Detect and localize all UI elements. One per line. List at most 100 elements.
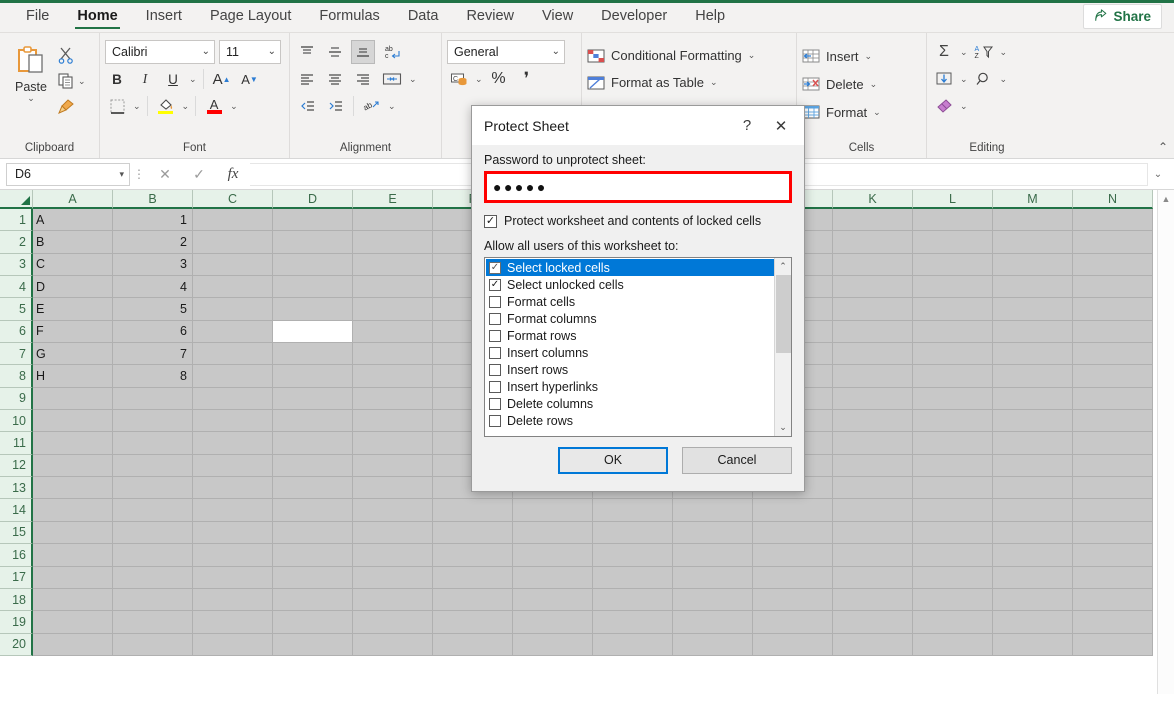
cell-D16[interactable] — [273, 544, 353, 567]
number-format-combo[interactable]: General ⌄ — [447, 40, 565, 64]
cell-N1[interactable] — [1073, 209, 1153, 232]
chevron-down-icon[interactable]: ⌄ — [960, 101, 968, 111]
list-item[interactable]: Insert rows — [486, 361, 774, 378]
cell-B10[interactable] — [113, 410, 193, 433]
vertical-scrollbar[interactable]: ▲ — [1157, 190, 1174, 694]
chevron-down-icon[interactable]: ⌄ — [27, 94, 35, 103]
cell-C4[interactable] — [193, 276, 273, 299]
chevron-down-icon[interactable]: ⌄ — [133, 101, 141, 111]
chevron-down-icon[interactable]: ⌄ — [189, 74, 197, 84]
cell-E10[interactable] — [353, 410, 433, 433]
cell-K10[interactable] — [833, 410, 913, 433]
ok-button[interactable]: OK — [558, 446, 668, 474]
row-header-13[interactable]: 13 — [0, 477, 33, 500]
cell-A5[interactable]: E — [33, 298, 113, 321]
cell-M17[interactable] — [993, 566, 1073, 589]
chevron-down-icon[interactable]: ⌄ — [960, 47, 968, 57]
cell-N19[interactable] — [1073, 611, 1153, 634]
row-header-8[interactable]: 8 — [0, 365, 33, 388]
list-item[interactable]: Delete columns — [486, 395, 774, 412]
list-item[interactable]: Insert columns — [486, 344, 774, 361]
cell-K9[interactable] — [833, 387, 913, 411]
cell-E6[interactable] — [353, 320, 433, 344]
cell-K14[interactable] — [833, 499, 913, 522]
underline-button[interactable]: U — [161, 67, 185, 91]
cell-A11[interactable] — [33, 432, 113, 455]
chevron-down-icon[interactable]: ⌄ — [230, 101, 238, 111]
cell-H19[interactable] — [593, 611, 673, 634]
cell-C14[interactable] — [193, 499, 273, 522]
cell-M1[interactable] — [993, 209, 1073, 232]
cell-B6[interactable]: 6 — [113, 320, 193, 344]
permission-checkbox[interactable] — [489, 380, 501, 393]
chevron-down-icon[interactable]: ⌄ — [182, 101, 190, 111]
font-color-button[interactable]: A — [202, 94, 226, 118]
cell-K11[interactable] — [833, 432, 913, 455]
cell-D10[interactable] — [273, 410, 353, 433]
cell-J16[interactable] — [753, 544, 833, 567]
cell-J17[interactable] — [753, 566, 833, 589]
cell-L3[interactable] — [913, 253, 993, 277]
cell-D1[interactable] — [273, 209, 353, 232]
cell-M6[interactable] — [993, 320, 1073, 344]
cell-L18[interactable] — [913, 588, 993, 612]
cell-M16[interactable] — [993, 544, 1073, 567]
permission-checkbox[interactable]: ✓ — [489, 278, 501, 291]
cell-B12[interactable] — [113, 454, 193, 478]
cell-M12[interactable] — [993, 454, 1073, 478]
cell-B8[interactable]: 8 — [113, 365, 193, 388]
column-header-A[interactable]: A — [33, 190, 113, 209]
cell-D14[interactable] — [273, 499, 353, 522]
cell-F16[interactable] — [433, 544, 513, 567]
cell-D13[interactable] — [273, 477, 353, 500]
cancel-entry-button[interactable]: ✕ — [148, 163, 182, 186]
cell-G20[interactable] — [513, 633, 593, 656]
cell-E16[interactable] — [353, 544, 433, 567]
tab-file[interactable]: File — [12, 0, 63, 32]
cell-H20[interactable] — [593, 633, 673, 656]
cell-M8[interactable] — [993, 365, 1073, 388]
cell-A12[interactable] — [33, 454, 113, 478]
column-header-K[interactable]: K — [833, 190, 913, 209]
cell-M2[interactable] — [993, 231, 1073, 254]
cell-B1[interactable]: 1 — [113, 209, 193, 232]
cell-B13[interactable] — [113, 477, 193, 500]
cell-H17[interactable] — [593, 566, 673, 589]
cell-E8[interactable] — [353, 365, 433, 388]
cell-M19[interactable] — [993, 611, 1073, 634]
find-select-button[interactable] — [972, 67, 996, 91]
cell-H14[interactable] — [593, 499, 673, 522]
cell-H15[interactable] — [593, 521, 673, 545]
cell-K2[interactable] — [833, 231, 913, 254]
cell-C8[interactable] — [193, 365, 273, 388]
cell-A9[interactable] — [33, 387, 113, 411]
cell-D12[interactable] — [273, 454, 353, 478]
scroll-down-arrow-icon[interactable]: ⌄ — [775, 419, 792, 436]
cell-C17[interactable] — [193, 566, 273, 589]
cell-L17[interactable] — [913, 566, 993, 589]
cell-L20[interactable] — [913, 633, 993, 656]
cell-B18[interactable] — [113, 588, 193, 612]
tab-data[interactable]: Data — [394, 0, 453, 32]
cell-C15[interactable] — [193, 521, 273, 545]
fill-button[interactable] — [932, 67, 956, 91]
chevron-down-icon[interactable]: ⌄ — [960, 74, 968, 84]
row-header-16[interactable]: 16 — [0, 544, 33, 567]
cell-J15[interactable] — [753, 521, 833, 545]
cell-L10[interactable] — [913, 410, 993, 433]
cell-K5[interactable] — [833, 298, 913, 321]
cell-M9[interactable] — [993, 387, 1073, 411]
cell-N2[interactable] — [1073, 231, 1153, 254]
cell-K7[interactable] — [833, 343, 913, 366]
cell-N11[interactable] — [1073, 432, 1153, 455]
cell-A18[interactable] — [33, 588, 113, 612]
permissions-scrollbar[interactable]: ⌃ ⌄ — [774, 258, 792, 437]
cell-M20[interactable] — [993, 633, 1073, 656]
cell-L12[interactable] — [913, 454, 993, 478]
cell-F20[interactable] — [433, 633, 513, 656]
permissions-scroll-thumb[interactable] — [775, 275, 791, 354]
cell-A16[interactable] — [33, 544, 113, 567]
cell-F19[interactable] — [433, 611, 513, 634]
cell-N9[interactable] — [1073, 387, 1153, 411]
align-center-button[interactable] — [323, 67, 347, 91]
